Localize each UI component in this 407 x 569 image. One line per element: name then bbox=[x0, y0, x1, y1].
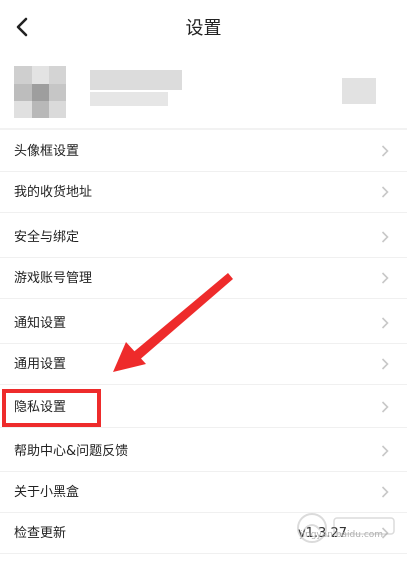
chevron-right-icon bbox=[381, 145, 389, 157]
avatar bbox=[14, 66, 66, 118]
menu-item-help-feedback[interactable]: 帮助中心&问题反馈 bbox=[0, 431, 407, 472]
page-title: 设置 bbox=[185, 18, 222, 39]
menu-item-label: 通知设置 bbox=[14, 316, 67, 331]
chevron-right-icon bbox=[381, 186, 389, 198]
chevron-right-icon bbox=[381, 272, 389, 284]
menu-item-label: 通用设置 bbox=[14, 357, 67, 372]
menu-item-label: 游戏账号管理 bbox=[14, 271, 93, 286]
menu-item-shipping-address[interactable]: 我的收货地址 bbox=[0, 172, 407, 213]
profile-card[interactable] bbox=[0, 56, 407, 128]
menu-item-general[interactable]: 通用设置 bbox=[0, 344, 407, 385]
username-blurred bbox=[90, 70, 182, 90]
menu-item-game-accounts[interactable]: 游戏账号管理 bbox=[0, 258, 407, 299]
chevron-right-icon bbox=[381, 358, 389, 370]
settings-screen: 设置 头像框设置 我的收货地址 安全与绑定 游戏账号管理 通知设置 通用设置 隐… bbox=[0, 0, 407, 569]
user-subtitle-blurred bbox=[90, 92, 168, 106]
chevron-right-icon bbox=[381, 317, 389, 329]
menu-item-label: 我的收货地址 bbox=[14, 185, 93, 200]
chevron-right-icon bbox=[381, 445, 389, 457]
menu-item-label: 安全与绑定 bbox=[14, 230, 80, 245]
menu-item-label: 帮助中心&问题反馈 bbox=[14, 444, 129, 459]
menu-item-label: 关于小黑盒 bbox=[14, 485, 80, 500]
menu-item-notifications[interactable]: 通知设置 bbox=[0, 303, 407, 344]
menu-item-security-binding[interactable]: 安全与绑定 bbox=[0, 217, 407, 258]
menu-item-avatar-frame[interactable]: 头像框设置 bbox=[0, 131, 407, 172]
chevron-right-icon bbox=[381, 486, 389, 498]
profile-extra-blurred bbox=[342, 78, 376, 104]
section-divider bbox=[0, 128, 407, 130]
chevron-right-icon bbox=[381, 231, 389, 243]
menu-item-label: 检查更新 bbox=[14, 526, 67, 541]
annotation-highlight-box bbox=[2, 389, 101, 427]
header-bar: 设置 bbox=[0, 0, 407, 54]
menu-item-label: 头像框设置 bbox=[14, 144, 80, 159]
watermark-text: jingyan.baidu.com bbox=[300, 530, 384, 540]
chevron-right-icon bbox=[381, 401, 389, 413]
